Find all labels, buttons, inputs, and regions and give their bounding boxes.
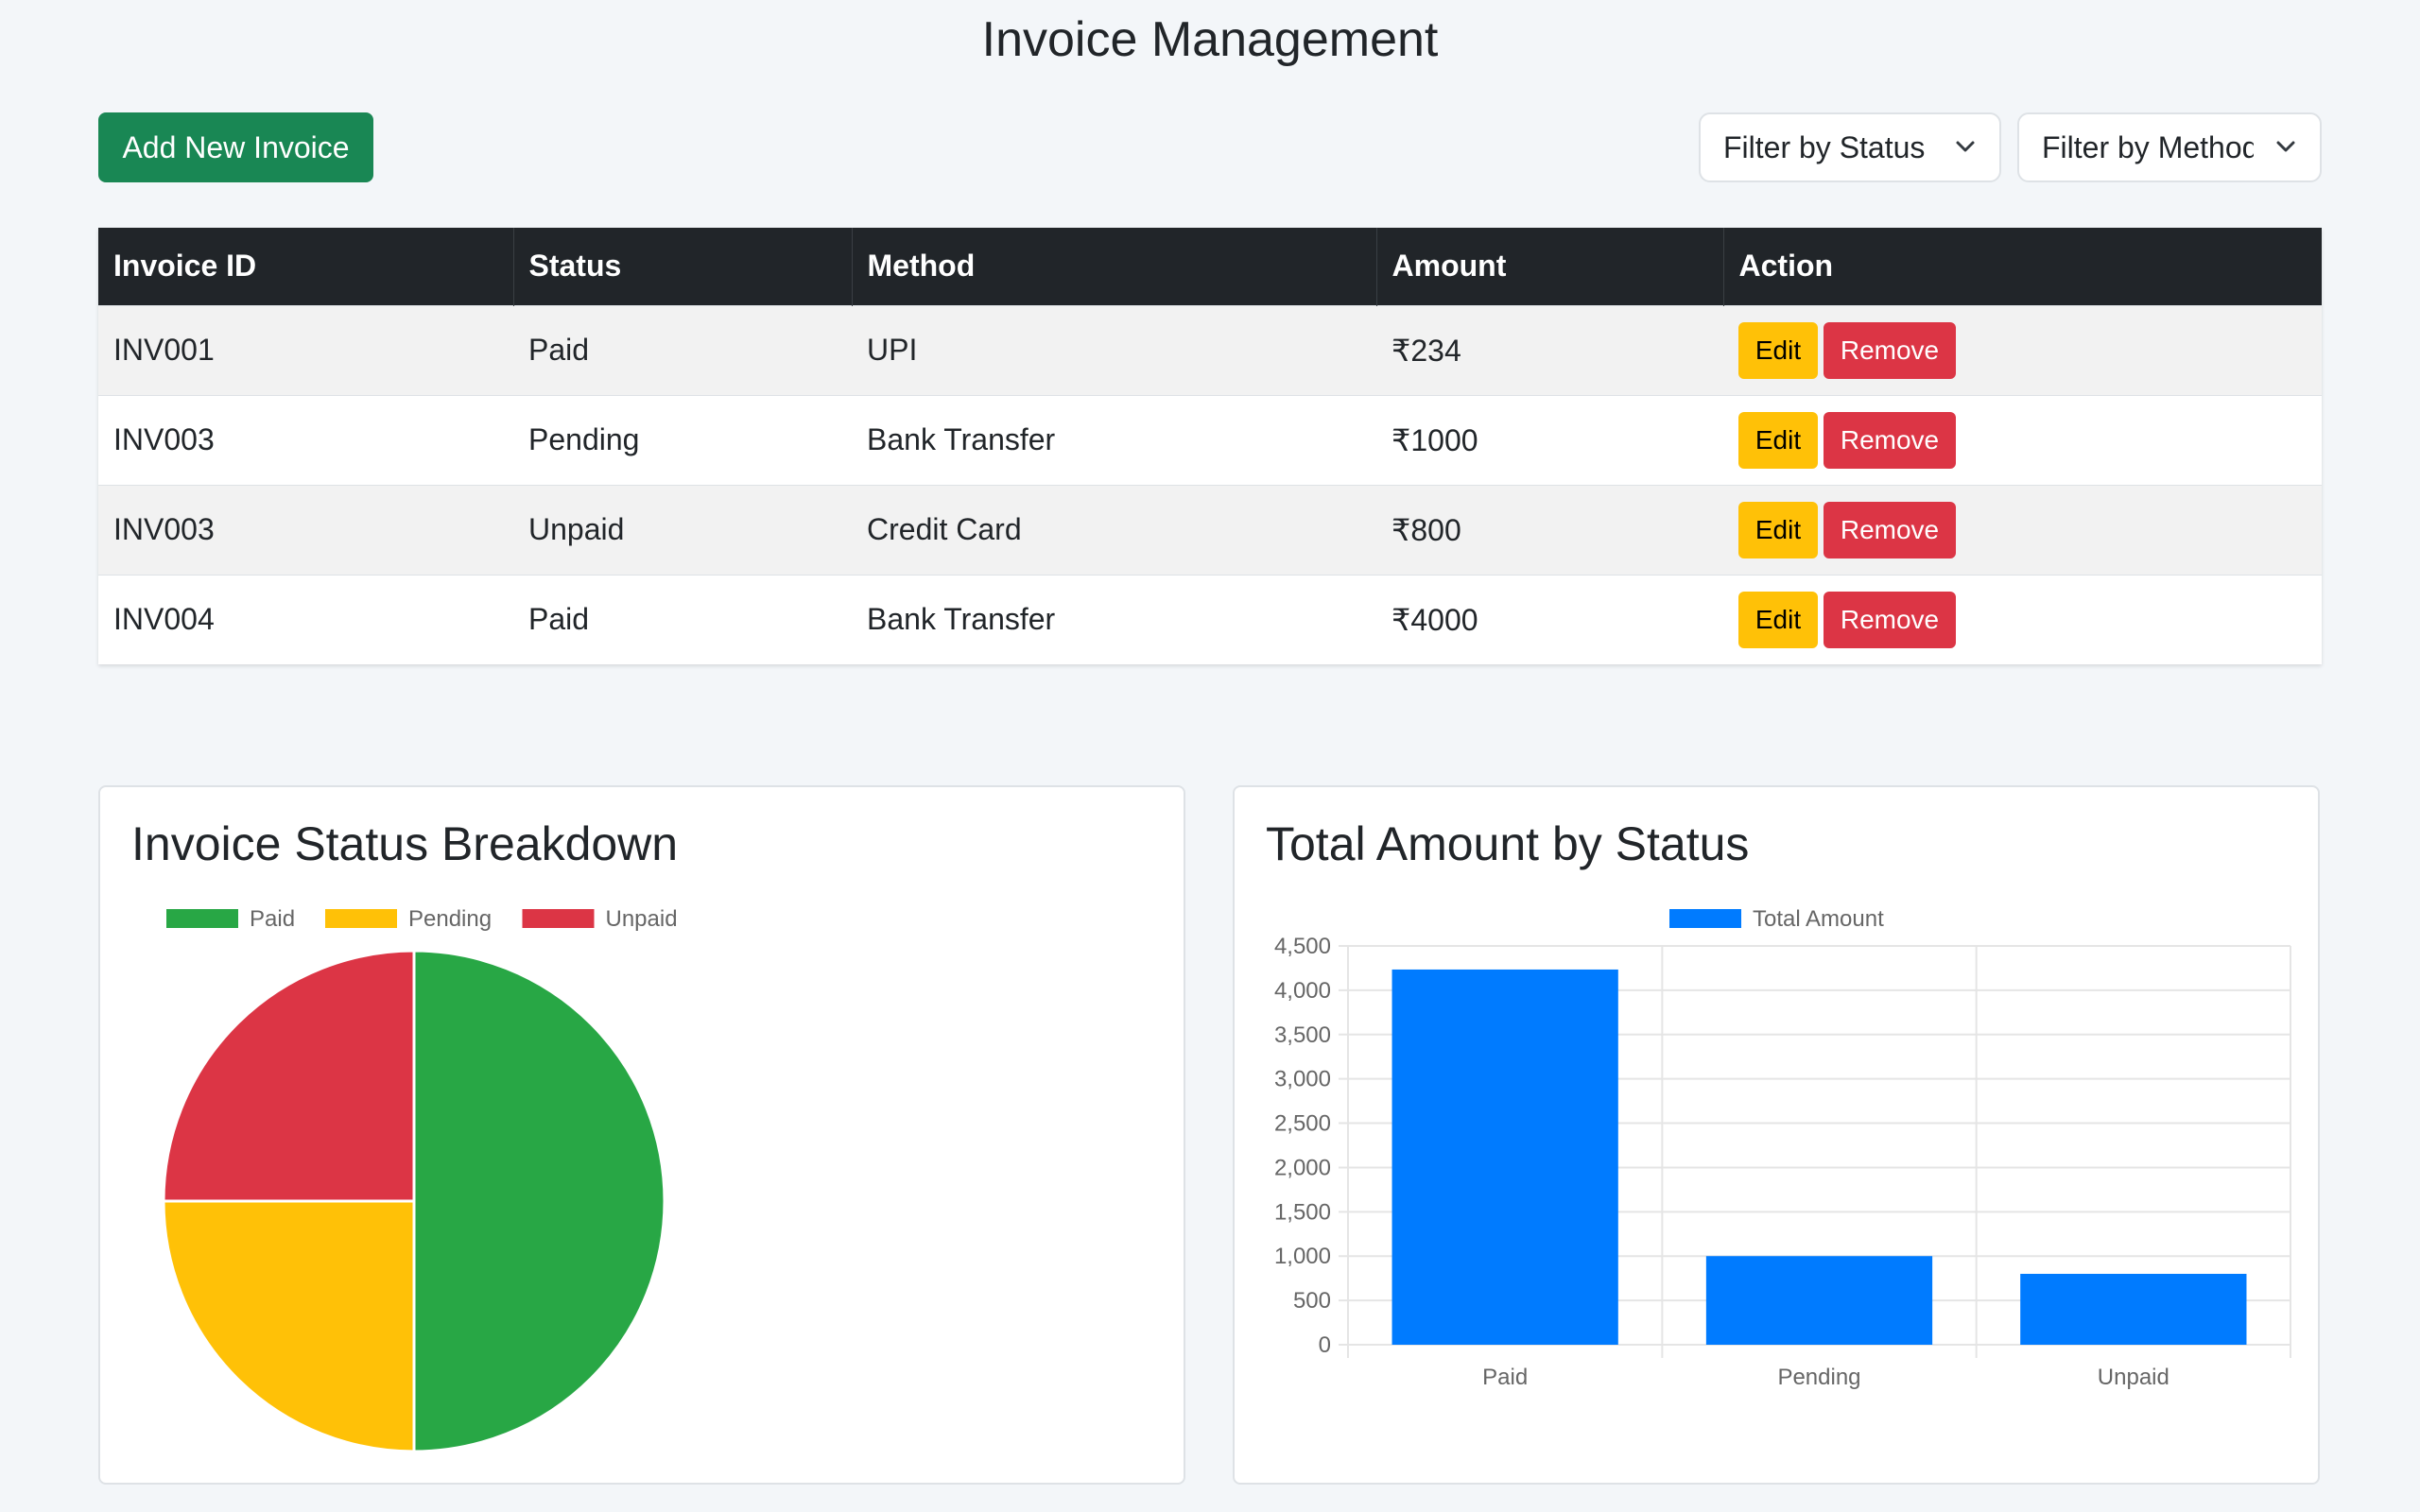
legend-label-total-amount: Total Amount	[1753, 906, 1884, 932]
bar-paid	[1392, 969, 1618, 1345]
filter-status-label: Filter by Status	[1723, 130, 1926, 164]
cell-method: UPI	[852, 304, 1376, 395]
table-row: INV003 Unpaid Credit Card ₹800 Edit Remov…	[98, 484, 2322, 575]
y-tick-label: 2,000	[1274, 1155, 1331, 1180]
filter-method-label: Filter by Method	[2042, 130, 2254, 164]
invoice-table: Invoice ID Status Method Amount Action I…	[98, 228, 2322, 664]
cell-method: Bank Transfer	[852, 574, 1376, 664]
y-tick-label: 1,000	[1274, 1244, 1331, 1269]
chevron-down-icon	[1956, 141, 1975, 152]
status-breakdown-card: Paid Pending Unpaid Invoice Status Breakdo…	[98, 785, 1185, 1485]
legend-label-pending: Pending	[408, 906, 492, 932]
column-header-invoice-id: Invoice ID	[98, 228, 513, 305]
cell-invoice-id: INV003	[98, 394, 513, 485]
page-title: Invoice Management	[981, 12, 1439, 67]
y-tick-label: 1,500	[1274, 1199, 1331, 1225]
cell-action: Edit Remove	[1723, 484, 2322, 575]
remove-button[interactable]: Remove	[1824, 501, 1956, 558]
x-tick-label: Pending	[1777, 1365, 1860, 1390]
table-row: INV001 Paid UPI ₹234 Edit Remove	[98, 304, 2322, 395]
legend-swatch-paid	[166, 909, 238, 928]
filter-by-status-select[interactable]: Filter by Status	[1699, 112, 2001, 182]
x-tick-label: Unpaid	[2098, 1365, 2169, 1390]
add-new-invoice-button[interactable]: Add New Invoice	[98, 112, 373, 182]
column-header-action: Action	[1722, 228, 2322, 305]
edit-button[interactable]: Edit	[1738, 501, 1818, 558]
cell-amount: ₹234	[1376, 304, 1723, 395]
table-row: INV004 Paid Bank Transfer ₹4000 Edit Remo…	[98, 574, 2322, 664]
cell-method: Bank Transfer	[852, 394, 1376, 485]
cell-method: Credit Card	[852, 484, 1376, 575]
edit-button[interactable]: Edit	[1738, 321, 1818, 379]
y-tick-label: 3,500	[1274, 1022, 1331, 1048]
pie-chart: Paid Pending Unpaid	[162, 906, 678, 1453]
cell-amount: ₹4000	[1376, 574, 1723, 664]
y-tick-label: 0	[1319, 1332, 1331, 1358]
y-tick-label: 3,000	[1274, 1067, 1331, 1092]
remove-button[interactable]: Remove	[1824, 411, 1956, 469]
y-tick-label: 4,000	[1274, 978, 1331, 1004]
chevron-down-icon	[2276, 141, 2295, 152]
table-row: INV003 Pending Bank Transfer ₹1000 Edit R…	[98, 394, 2322, 485]
bar-chart-title: Total Amount by Status	[1266, 817, 1750, 870]
pie-slice-paid	[412, 949, 666, 1453]
y-tick-label: 500	[1293, 1288, 1331, 1314]
amount-by-status-card: Total Amount 0 500 1,000 1,500 2,000 2,500 3,00…	[1233, 785, 2320, 1485]
remove-button[interactable]: Remove	[1824, 321, 1956, 379]
cell-amount: ₹1000	[1376, 394, 1723, 485]
cell-status: Unpaid	[513, 484, 852, 575]
bar-pending	[1705, 1256, 1933, 1345]
cell-invoice-id: INV004	[98, 574, 513, 664]
cell-action: Edit Remove	[1723, 574, 2322, 664]
pie-slice-pending	[162, 1199, 416, 1453]
cell-status: Pending	[513, 394, 852, 485]
legend-swatch-pending	[325, 909, 397, 928]
cell-amount: ₹800	[1376, 484, 1723, 575]
cell-status: Paid	[513, 304, 852, 395]
cell-invoice-id: INV003	[98, 484, 513, 575]
cell-status: Paid	[513, 574, 852, 664]
remove-button[interactable]: Remove	[1824, 591, 1956, 648]
table-header-row: Invoice ID Status Method Amount Action	[98, 228, 2322, 305]
column-header-method: Method	[851, 228, 1376, 305]
pie-chart-title: Invoice Status Breakdown	[131, 817, 679, 870]
y-tick-label: 2,500	[1274, 1111, 1331, 1137]
edit-button[interactable]: Edit	[1738, 591, 1818, 648]
cell-action: Edit Remove	[1723, 394, 2322, 485]
column-header-status: Status	[512, 228, 852, 305]
cell-action: Edit Remove	[1723, 304, 2322, 395]
legend-label-unpaid: Unpaid	[606, 906, 678, 932]
cell-invoice-id: INV001	[98, 304, 513, 395]
filter-by-method-select[interactable]: Filter by Method	[2017, 112, 2322, 182]
legend-swatch-unpaid	[522, 909, 595, 928]
legend-swatch-total-amount	[1669, 909, 1741, 928]
pie-slice-unpaid	[162, 949, 416, 1203]
bar-chart: Total Amount 0 500 1,000 1,500 2,000 2,500 3,00…	[1274, 906, 2291, 1390]
bar-unpaid	[2020, 1273, 2247, 1345]
x-tick-label: Paid	[1482, 1365, 1528, 1390]
edit-button[interactable]: Edit	[1738, 411, 1818, 469]
legend-label-paid: Paid	[250, 906, 295, 932]
column-header-amount: Amount	[1375, 228, 1723, 305]
y-tick-label: 4,500	[1274, 934, 1331, 959]
